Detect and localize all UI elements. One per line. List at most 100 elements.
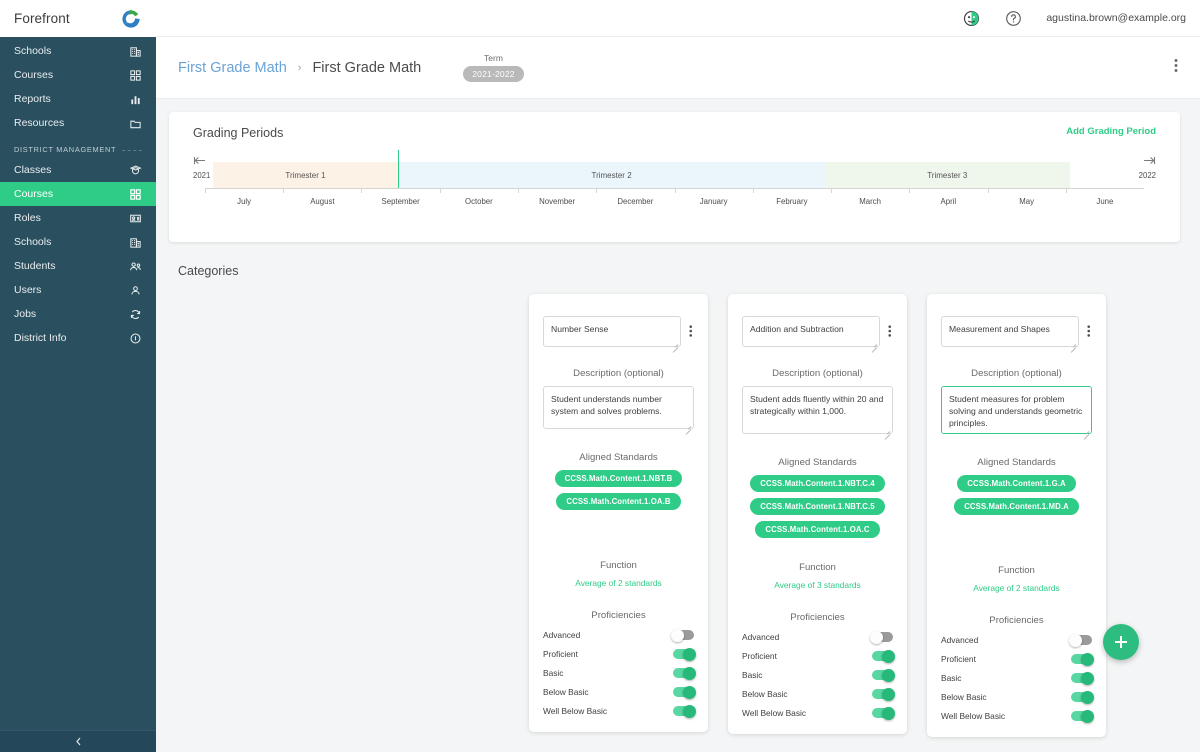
help-circle-icon[interactable]: [1004, 9, 1022, 27]
timeline-bands: Trimester 1 Trimester 2 Trimester 3: [205, 150, 1144, 188]
timeline-tick: [830, 188, 832, 193]
toggle-knob: [671, 628, 684, 642]
bar-chart-icon: [128, 92, 142, 106]
sidebar-item-courses-district[interactable]: Courses: [0, 182, 156, 206]
standard-chip[interactable]: CCSS.Math.Content.1.NBT.C.4: [750, 475, 885, 492]
sidebar-item-classes[interactable]: Classes: [0, 158, 156, 182]
sidebar-item-label: Reports: [14, 93, 51, 105]
add-category-button[interactable]: [1103, 624, 1139, 660]
breadcrumb-link[interactable]: First Grade Math: [178, 60, 287, 76]
proficiency-label: Proficient: [941, 654, 976, 664]
proficiency-toggle[interactable]: [671, 628, 694, 642]
timeline-band-label: Trimester 1: [285, 170, 326, 180]
proficiency-label: Basic: [543, 668, 564, 678]
proficiency-toggle[interactable]: [673, 685, 696, 699]
add-grading-period-button[interactable]: Add Grading Period: [1066, 126, 1156, 137]
timeline-tick: [1065, 188, 1067, 193]
timeline-band[interactable]: Trimester 2: [398, 162, 825, 188]
proficiency-toggle[interactable]: [1069, 633, 1092, 647]
category-card-header: [941, 316, 1093, 353]
proficiency-toggle[interactable]: [673, 704, 696, 718]
proficiency-toggle[interactable]: [872, 649, 895, 663]
category-menu-button[interactable]: [1085, 322, 1093, 345]
description-label: Description (optional): [573, 368, 664, 379]
toggle-knob: [1081, 671, 1094, 685]
sidebar-item-schools[interactable]: Schools: [0, 39, 156, 63]
standard-chip[interactable]: CCSS.Math.Content.1.MD.A: [954, 498, 1079, 515]
sidebar-item-label: District Info: [14, 332, 67, 344]
timeline-end-icon: [1143, 156, 1156, 168]
category-name-input[interactable]: [742, 316, 880, 347]
proficiency-row: Below Basic: [941, 690, 1094, 704]
proficiency-toggle[interactable]: [1071, 652, 1094, 666]
function-value[interactable]: Average of 3 standards: [742, 580, 893, 590]
sidebar-item-reports[interactable]: Reports: [0, 87, 156, 111]
proficiency-label: Below Basic: [742, 689, 788, 699]
standard-chip[interactable]: CCSS.Math.Content.1.OA.C: [755, 521, 880, 538]
user-avatar-icon[interactable]: [962, 9, 980, 27]
proficiency-row: Basic: [941, 671, 1094, 685]
proficiency-toggle[interactable]: [872, 687, 895, 701]
category-cards-row: Description (optional) Aligned Standards C…: [156, 278, 1200, 737]
timeline-band[interactable]: Trimester 1: [212, 162, 399, 188]
standard-chip[interactable]: CCSS.Math.Content.1.OA.B: [556, 493, 681, 510]
description-label: Description (optional): [772, 368, 863, 379]
category-menu-button[interactable]: [886, 322, 894, 345]
sidebar: Forefront Schools Courses Reports Resour…: [0, 0, 156, 752]
app-root: Forefront Schools Courses Reports Resour…: [0, 0, 1200, 752]
category-card: Description (optional) Aligned Standards C…: [529, 294, 708, 732]
timeline-tick: [439, 188, 441, 193]
sidebar-item-label: Users: [14, 284, 42, 296]
grid-apps-icon: [128, 68, 142, 82]
standard-chip[interactable]: CCSS.Math.Content.1.NBT.C.5: [750, 498, 885, 515]
proficiency-label: Advanced: [941, 635, 979, 645]
sidebar-item-roles[interactable]: Roles: [0, 206, 156, 230]
page-menu-button[interactable]: [1174, 57, 1178, 78]
description-input[interactable]: [742, 386, 893, 434]
content-scroll: Grading Periods Add Grading Period Trime…: [156, 99, 1200, 752]
standard-chip[interactable]: CCSS.Math.Content.1.NBT.B: [554, 470, 683, 487]
category-name-field-wrap: [543, 316, 681, 353]
proficiency-toggle[interactable]: [1071, 671, 1094, 685]
sidebar-item-district-info[interactable]: District Info: [0, 326, 156, 350]
proficiency-toggle[interactable]: [870, 630, 893, 644]
proficiency-toggle[interactable]: [673, 647, 696, 661]
term-selector[interactable]: Term 2021-2022: [463, 53, 524, 82]
category-name-input[interactable]: [543, 316, 681, 347]
grading-periods-title: Grading Periods: [193, 126, 284, 140]
proficiency-toggle[interactable]: [872, 668, 895, 682]
sidebar-item-schools-district[interactable]: Schools: [0, 230, 156, 254]
aligned-standards-list: CCSS.Math.Content.1.NBT.C.4 CCSS.Math.Con…: [742, 475, 893, 538]
timeline-tick: [361, 188, 363, 193]
function-label: Function: [799, 562, 836, 573]
timeline-band[interactable]: Trimester 3: [824, 162, 1070, 188]
proficiency-toggle[interactable]: [673, 666, 696, 680]
sidebar-item-resources[interactable]: Resources: [0, 111, 156, 135]
sidebar-item-users[interactable]: Users: [0, 278, 156, 302]
category-name-input[interactable]: [941, 316, 1079, 347]
standard-chip[interactable]: CCSS.Math.Content.1.G.A: [957, 475, 1076, 492]
grading-periods-header: Grading Periods Add Grading Period: [193, 126, 1156, 140]
grid-apps-icon: [128, 187, 142, 201]
info-circle-icon: [128, 331, 142, 345]
function-value[interactable]: Average of 2 standards: [543, 578, 694, 588]
proficiencies-label: Proficiencies: [989, 615, 1044, 626]
sidebar-item-students[interactable]: Students: [0, 254, 156, 278]
sidebar-item-label: Schools: [14, 236, 52, 248]
grading-periods-timeline[interactable]: Trimester 1 Trimester 2 Trimester 3 July Au…: [193, 150, 1156, 220]
proficiency-toggle[interactable]: [1071, 709, 1094, 723]
sidebar-item-courses[interactable]: Courses: [0, 63, 156, 87]
description-input[interactable]: [941, 386, 1092, 434]
sidebar-item-jobs[interactable]: Jobs: [0, 302, 156, 326]
category-menu-button[interactable]: [687, 322, 695, 345]
refresh-icon: [128, 307, 142, 321]
sidebar-item-label: Resources: [14, 117, 65, 129]
proficiency-toggle[interactable]: [1071, 690, 1094, 704]
user-email[interactable]: agustina.brown@example.org: [1046, 12, 1186, 24]
timeline-start-icon: [193, 156, 206, 168]
proficiency-toggle[interactable]: [872, 706, 895, 720]
function-value[interactable]: Average of 2 standards: [941, 583, 1092, 593]
timeline-tick: [987, 188, 989, 193]
description-input[interactable]: [543, 386, 694, 429]
sidebar-collapse-button[interactable]: [0, 730, 156, 752]
